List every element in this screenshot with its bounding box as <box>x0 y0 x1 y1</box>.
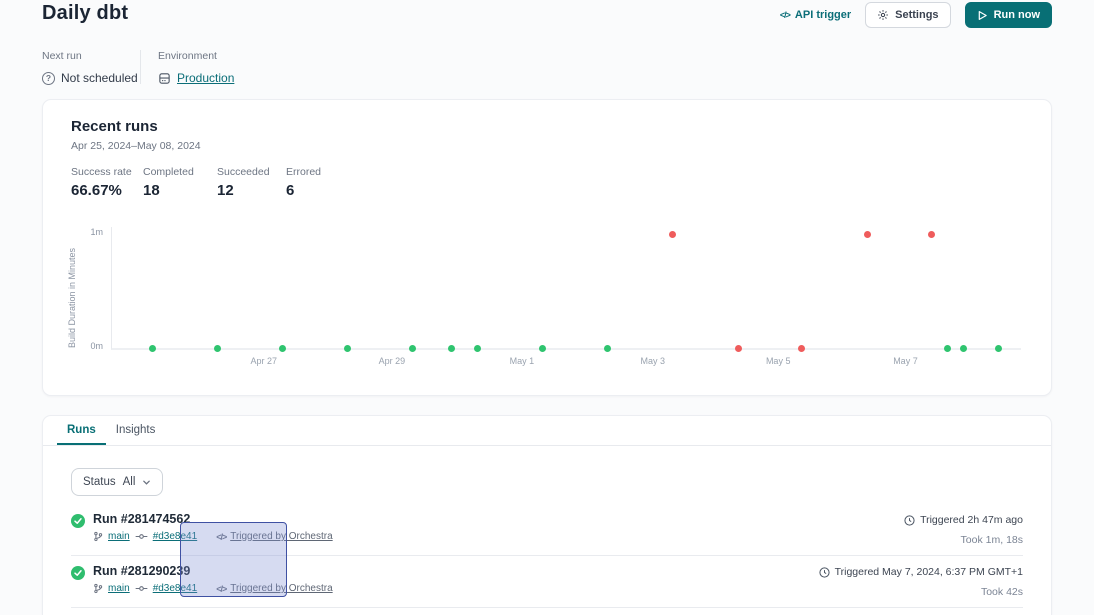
stat-errored: Errored 6 <box>286 166 321 199</box>
chart-point-success[interactable] <box>604 345 611 352</box>
x-tick-label: May 1 <box>497 356 547 366</box>
header-actions: </> API trigger Settings Run now <box>780 2 1052 28</box>
stat-succeeded: Succeeded 12 <box>217 166 286 199</box>
chart-point-success[interactable] <box>539 345 546 352</box>
chart-x-axis: Apr 27 Apr 29 May 1 May 3 May 5 May 7 <box>111 356 1021 368</box>
page-title: Daily dbt <box>42 2 128 25</box>
tab-runs[interactable]: Runs <box>57 416 106 445</box>
play-icon <box>977 10 988 21</box>
chart-y-axis-label: Build Duration in Minutes <box>67 230 77 348</box>
x-tick-label: May 5 <box>753 356 803 366</box>
chart-point-error[interactable] <box>735 345 742 352</box>
environment-link[interactable]: Production <box>177 71 234 85</box>
run-title-link[interactable]: Run #281474562 <box>93 512 333 526</box>
runs-list: Run #281474562 main <box>71 504 1023 608</box>
api-trigger-label: API trigger <box>795 9 851 21</box>
git-branch-icon <box>93 583 103 594</box>
chart-point-success[interactable] <box>344 345 351 352</box>
commit-icon <box>135 532 148 541</box>
tab-bar: Runs Insights <box>43 416 1051 446</box>
recent-runs-card: Recent runs Apr 25, 2024–May 08, 2024 Su… <box>42 99 1052 396</box>
run-duration: Took 42s <box>819 586 1023 598</box>
chart-point-error[interactable] <box>798 345 805 352</box>
branch-link[interactable]: main <box>108 531 130 542</box>
y-tick-0m: 0m <box>77 340 103 352</box>
chevron-down-icon <box>142 478 151 487</box>
settings-button[interactable]: Settings <box>865 2 950 28</box>
database-icon <box>158 72 171 85</box>
chart-point-error[interactable] <box>864 231 871 238</box>
settings-label: Settings <box>895 9 938 21</box>
code-icon: </> <box>216 584 226 594</box>
success-check-icon <box>71 514 85 546</box>
run-row[interactable]: Run #281474562 main <box>71 504 1023 556</box>
run-duration: Took 1m, 18s <box>904 534 1023 546</box>
chart-point-success[interactable] <box>474 345 481 352</box>
environment-label: Environment <box>158 50 234 62</box>
recent-runs-title: Recent runs <box>71 118 158 135</box>
chart-point-success[interactable] <box>149 345 156 352</box>
clock-icon <box>904 515 915 526</box>
api-trigger-link[interactable]: </> API trigger <box>780 9 851 21</box>
x-tick-label: Apr 29 <box>367 356 417 366</box>
next-run-block: Next run ? Not scheduled <box>42 50 138 85</box>
run-now-button[interactable]: Run now <box>965 2 1052 28</box>
chart-point-success[interactable] <box>960 345 967 352</box>
commit-link[interactable]: #d3e8e41 <box>153 531 198 542</box>
runs-card: Runs Insights Status All Run #281474562 <box>42 415 1052 615</box>
chart-point-success[interactable] <box>995 345 1002 352</box>
chart-point-error[interactable] <box>928 231 935 238</box>
y-tick-1m: 1m <box>77 226 103 238</box>
x-tick-label: May 7 <box>880 356 930 366</box>
next-run-value: Not scheduled <box>61 71 138 85</box>
run-triggered-time: Triggered May 7, 2024, 6:37 PM GMT+1 <box>835 566 1023 578</box>
stat-completed: Completed 18 <box>143 166 217 199</box>
chart-point-success[interactable] <box>944 345 951 352</box>
status-filter-dropdown[interactable]: Status All <box>71 468 163 496</box>
chart-point-success[interactable] <box>214 345 221 352</box>
run-triggered-time: Triggered 2h 47m ago <box>920 514 1023 526</box>
next-run-label: Next run <box>42 50 138 62</box>
code-icon: </> <box>780 10 790 20</box>
chart-point-error[interactable] <box>669 231 676 238</box>
commit-link[interactable]: #d3e8e41 <box>153 583 198 594</box>
recent-runs-date-range: Apr 25, 2024–May 08, 2024 <box>71 140 201 152</box>
run-now-label: Run now <box>994 9 1040 21</box>
chart-point-success[interactable] <box>279 345 286 352</box>
success-check-icon <box>71 566 85 598</box>
status-filter-value: All <box>123 476 136 488</box>
stat-success-rate: Success rate 66.67% <box>71 166 143 199</box>
run-title-link[interactable]: Run #281290239 <box>93 564 333 578</box>
chart-point-success[interactable] <box>448 345 455 352</box>
code-icon: </> <box>216 532 226 542</box>
trigger-source-link[interactable]: Triggered by Orchestra <box>230 531 332 542</box>
meta-divider <box>140 50 141 84</box>
stats-row: Success rate 66.67% Completed 18 Succeed… <box>71 166 321 199</box>
tab-insights[interactable]: Insights <box>106 416 166 445</box>
status-filter-label: Status <box>83 476 116 488</box>
gear-icon <box>877 9 889 21</box>
question-circle-icon: ? <box>42 72 55 85</box>
chart-plot[interactable] <box>111 227 1021 350</box>
commit-icon <box>135 584 148 593</box>
run-row[interactable]: Run #281290239 main <box>71 556 1023 608</box>
environment-block: Environment Production <box>158 50 234 85</box>
git-branch-icon <box>93 531 103 542</box>
trigger-source-link[interactable]: Triggered by Orchestra <box>230 583 332 594</box>
chart-point-success[interactable] <box>409 345 416 352</box>
clock-icon <box>819 567 830 578</box>
branch-link[interactable]: main <box>108 583 130 594</box>
x-tick-label: Apr 27 <box>239 356 289 366</box>
x-tick-label: May 3 <box>628 356 678 366</box>
